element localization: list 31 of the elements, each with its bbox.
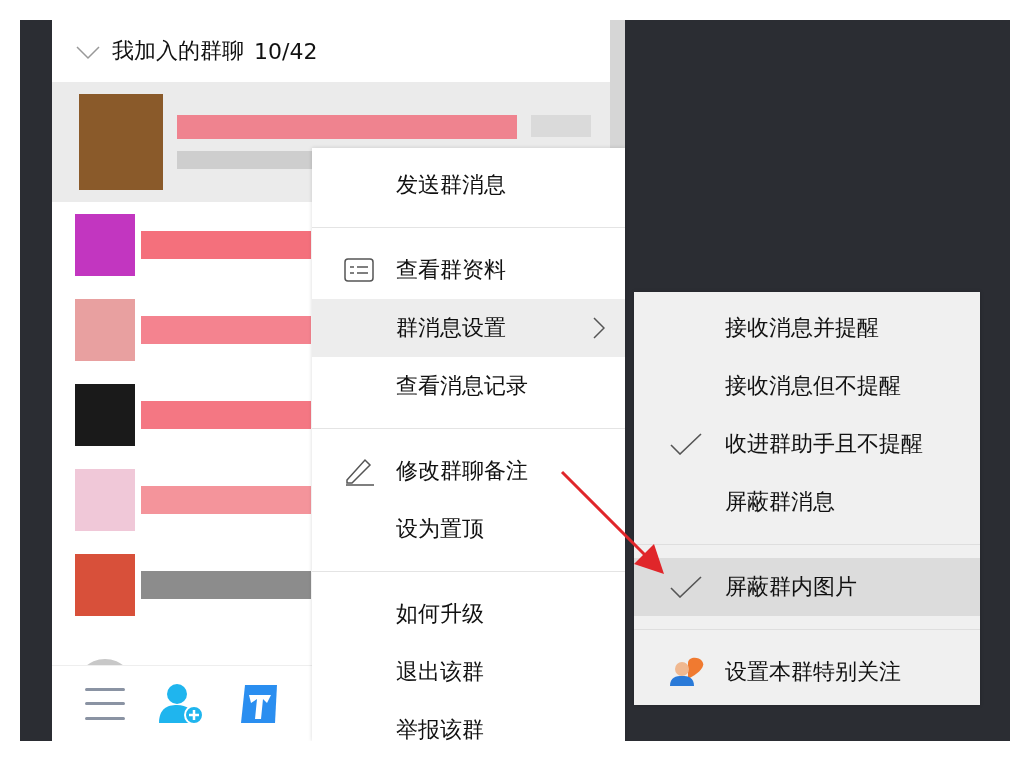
- menu-item[interactable]: 设置本群特别关注: [634, 643, 980, 701]
- avatar-placeholder: [75, 383, 135, 446]
- menu-item[interactable]: 接收消息并提醒: [634, 299, 980, 357]
- avatar-placeholder: [75, 468, 135, 531]
- menu-item[interactable]: 屏蔽群内图片: [634, 558, 980, 616]
- menu-item[interactable]: 接收消息但不提醒: [634, 357, 980, 415]
- add-contact-icon[interactable]: [159, 682, 205, 725]
- avatar-placeholder: [75, 213, 135, 276]
- checkmark-icon: [670, 433, 702, 455]
- avatar-placeholder: [75, 298, 135, 361]
- checkmark-icon: [670, 576, 702, 598]
- id-card-icon: [344, 258, 374, 282]
- menu-icon[interactable]: [85, 685, 125, 722]
- menu-item[interactable]: 修改群聊备注: [312, 442, 625, 500]
- menu-item[interactable]: 屏蔽群消息: [634, 473, 980, 531]
- chevron-icon[interactable]: [76, 46, 100, 60]
- person-heart-icon: [670, 657, 706, 687]
- menu-item[interactable]: 查看群资料: [312, 241, 625, 299]
- group-count: 10/42: [254, 38, 318, 64]
- pencil-icon: [344, 456, 374, 486]
- menu-item[interactable]: 群消息设置: [312, 299, 625, 357]
- menu-item[interactable]: 举报该群: [312, 701, 625, 741]
- menu-item[interactable]: 退出该群: [312, 643, 625, 701]
- menu-item[interactable]: 设为置顶: [312, 500, 625, 558]
- menu-item[interactable]: 查看消息记录: [312, 357, 625, 415]
- group-section-title[interactable]: 我加入的群聊: [112, 36, 244, 66]
- menu-item[interactable]: 如何升级: [312, 585, 625, 643]
- menu-item[interactable]: 发送群消息: [312, 156, 625, 214]
- chevron-right-icon: [593, 317, 605, 339]
- avatar-placeholder: [75, 553, 135, 616]
- menu-item[interactable]: 收进群助手且不提醒: [634, 415, 980, 473]
